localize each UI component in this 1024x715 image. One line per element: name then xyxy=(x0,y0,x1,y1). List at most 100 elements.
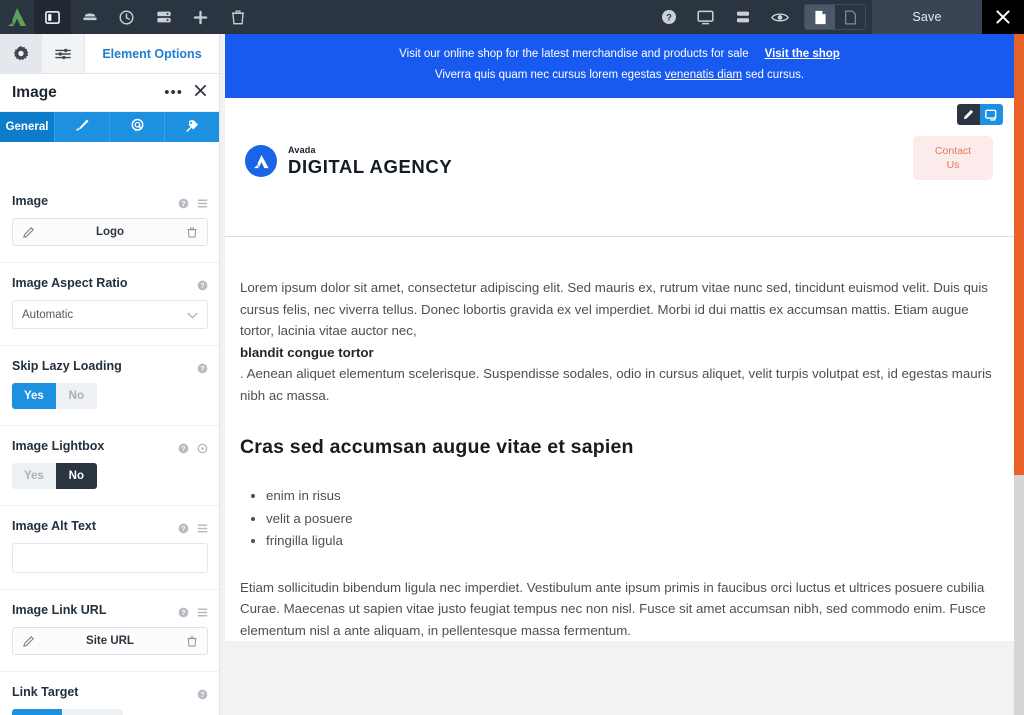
avada-circle-logo xyxy=(245,145,277,177)
extras-bubble-icon xyxy=(130,118,145,136)
announcement-line2: Viverra quis quam nec cursus lorem egest… xyxy=(255,65,984,86)
trash-icon[interactable] xyxy=(177,636,207,647)
option-header: Image Lightbox ? xyxy=(12,439,208,453)
option-header: Image Aspect Ratio ? xyxy=(12,276,208,290)
option-image-aspect-ratio: Image Aspect Ratio ? Automatic xyxy=(0,263,219,346)
option-skip-lazy-loading: Skip Lazy Loading ? Yes No xyxy=(0,346,219,426)
svg-text:?: ? xyxy=(181,200,185,207)
help-circle-icon[interactable]: ? xyxy=(178,521,189,533)
library-icon[interactable] xyxy=(71,0,108,34)
site-logo[interactable]: Avada DIGITAL AGENCY xyxy=(245,145,452,177)
save-button[interactable]: Save xyxy=(872,0,982,34)
bold-phrase: blandit congue tortor xyxy=(240,344,374,360)
gear-icon[interactable] xyxy=(0,34,42,73)
add-plus-icon[interactable] xyxy=(182,0,219,34)
option-image-alt-text: Image Alt Text ? xyxy=(0,506,219,590)
help-question-icon[interactable]: ? xyxy=(650,0,687,34)
brand-text: Avada DIGITAL AGENCY xyxy=(288,144,452,177)
tab-general[interactable]: General xyxy=(0,112,55,142)
more-options-icon[interactable]: ••• xyxy=(164,84,183,101)
image-link-url-field[interactable]: Site URL xyxy=(12,627,208,655)
layout-panel-icon[interactable] xyxy=(34,0,71,34)
header-edit-controls xyxy=(957,104,1003,125)
announcement-line2-post: sed cursus. xyxy=(742,69,805,81)
help-circle-icon[interactable]: ? xyxy=(178,605,189,617)
help-circle-icon[interactable]: ? xyxy=(197,278,208,290)
preview-scrollbar-thumb[interactable] xyxy=(1014,34,1024,475)
option-label: Skip Lazy Loading xyxy=(12,359,122,373)
pencil-icon[interactable] xyxy=(13,226,43,238)
link-target-blank-button[interactable]: _blank xyxy=(62,709,123,715)
venenatis-diam-link[interactable]: venenatis diam xyxy=(665,69,742,81)
page-type-toggle xyxy=(804,4,866,30)
pencil-icon[interactable] xyxy=(957,104,980,125)
option-link-target: Link Target ? _self _blank xyxy=(0,672,219,715)
contact-line-1: Contact xyxy=(934,145,972,157)
announcement-line1-text: Visit our online shop for the latest mer… xyxy=(399,48,749,60)
announcement-bar: Visit our online shop for the latest mer… xyxy=(225,34,1014,98)
svg-text:?: ? xyxy=(666,13,672,24)
image-media-field[interactable]: Logo xyxy=(12,218,208,246)
option-label: Image xyxy=(12,194,49,208)
page-filled-icon[interactable] xyxy=(805,5,835,29)
trash-icon[interactable] xyxy=(219,0,256,34)
paintbrush-icon xyxy=(75,118,90,136)
help-circle-icon[interactable]: ? xyxy=(197,361,208,373)
close-editor-button[interactable] xyxy=(982,0,1024,34)
contact-us-button[interactable]: Contact Us xyxy=(913,136,993,180)
image-lightbox-segmented: Yes No xyxy=(12,463,97,489)
preview-scrollbar[interactable] xyxy=(1014,34,1024,715)
contact-us-label: Contact Us xyxy=(935,144,971,172)
option-label: Image Aspect Ratio xyxy=(12,276,128,290)
preview-page: Visit our online shop for the latest mer… xyxy=(225,34,1014,641)
help-circle-icon[interactable]: ? xyxy=(178,441,189,453)
list-item: enim in risus xyxy=(266,485,999,507)
add-element-icon[interactable] xyxy=(980,104,1003,125)
link-target-segmented: _self _blank xyxy=(12,709,123,715)
panel-tabs: General xyxy=(0,112,219,142)
trash-icon[interactable] xyxy=(177,227,207,238)
tab-extras[interactable] xyxy=(110,112,165,142)
avada-mountain-logo[interactable] xyxy=(0,0,34,34)
pencil-icon[interactable] xyxy=(13,635,43,647)
options-list[interactable]: Image ? Logo Image Aspect Ratio ? Automa… xyxy=(0,181,219,715)
option-icon-group: ? xyxy=(197,687,208,699)
brand-small-label: Avada xyxy=(288,144,316,155)
option-header: Image Link URL ? xyxy=(12,603,208,617)
option-label: Image Link URL xyxy=(12,603,107,617)
option-icon-group: ? xyxy=(178,521,208,533)
page-content[interactable]: Lorem ipsum dolor sit amet, consectetur … xyxy=(225,237,1014,641)
layers-stack-icon[interactable] xyxy=(145,0,182,34)
lightbox-yes-button[interactable]: Yes xyxy=(12,463,56,489)
link-target-self-button[interactable]: _self xyxy=(12,709,63,715)
chevron-down-icon xyxy=(187,306,198,324)
app-toolbar: ? Save xyxy=(0,0,1024,34)
tab-link[interactable] xyxy=(165,112,219,142)
help-circle-icon[interactable]: ? xyxy=(197,687,208,699)
gear-small-icon[interactable] xyxy=(197,441,208,453)
page-outline-icon[interactable] xyxy=(835,5,865,29)
reset-list-icon[interactable] xyxy=(197,605,208,616)
columns-layout-icon[interactable] xyxy=(724,0,761,34)
close-icon[interactable] xyxy=(194,84,207,101)
option-header: Link Target ? xyxy=(12,685,208,699)
toolbar-right-group: ? Save xyxy=(650,0,1024,34)
history-clock-icon[interactable] xyxy=(108,0,145,34)
aspect-ratio-select[interactable]: Automatic xyxy=(12,300,208,329)
preview-eye-icon[interactable] xyxy=(761,0,798,34)
reset-list-icon[interactable] xyxy=(197,521,208,532)
responsive-monitor-icon[interactable] xyxy=(687,0,724,34)
svg-text:?: ? xyxy=(200,365,204,372)
skip-lazy-no-button[interactable]: No xyxy=(55,383,97,409)
tab-design[interactable] xyxy=(55,112,110,142)
reset-list-icon[interactable] xyxy=(197,196,208,207)
help-circle-icon[interactable]: ? xyxy=(178,196,189,208)
visit-shop-link[interactable]: Visit the shop xyxy=(765,48,840,60)
sliders-icon[interactable] xyxy=(42,34,84,73)
image-alt-text-input[interactable] xyxy=(12,543,208,573)
lightbox-no-button[interactable]: No xyxy=(55,463,97,489)
option-icon-group: ? xyxy=(197,361,208,373)
skip-lazy-yes-button[interactable]: Yes xyxy=(12,383,56,409)
paragraph-3: Etiam sollicitudin bibendum ligula nec i… xyxy=(240,579,986,638)
option-header: Image ? xyxy=(12,194,208,208)
